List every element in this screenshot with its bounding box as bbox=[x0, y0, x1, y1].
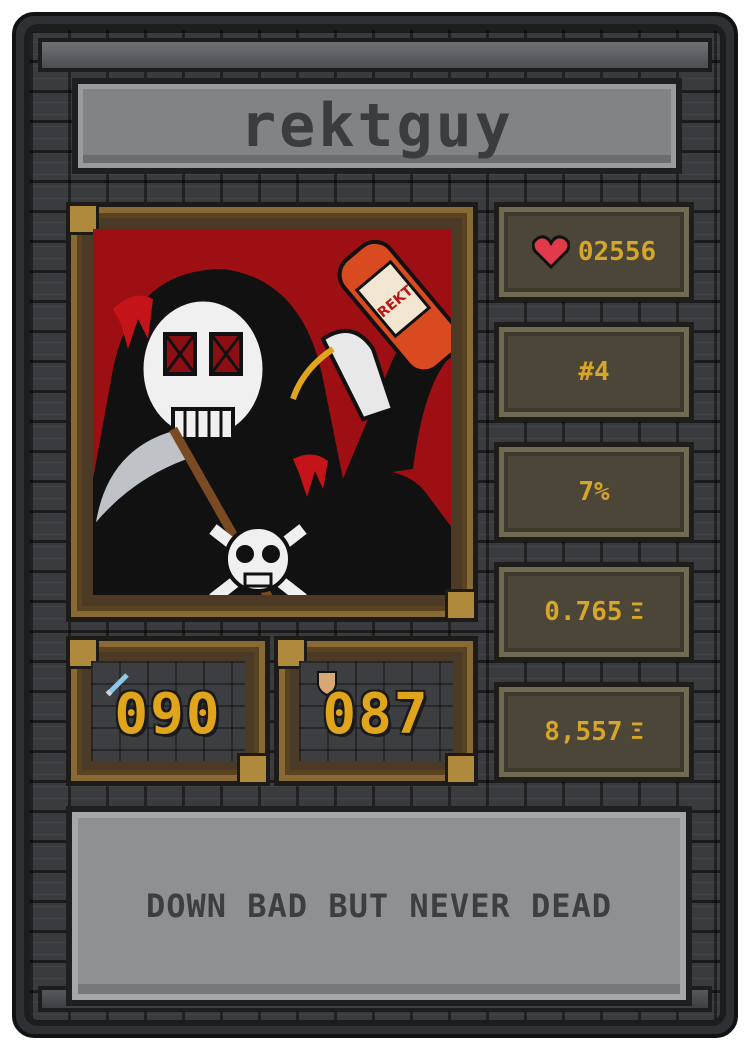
eth-icon: Ξ bbox=[630, 599, 644, 625]
volume-stat: 8,557 Ξ bbox=[494, 682, 694, 782]
heart-icon bbox=[531, 235, 570, 269]
character-card: rektguy REKT 02556 #4 7% 0.765 Ξ 8,557 Ξ… bbox=[12, 12, 738, 1038]
eth-icon: Ξ bbox=[630, 719, 644, 745]
percent-value: 7% bbox=[578, 477, 610, 507]
character-portrait: REKT bbox=[93, 229, 451, 595]
percent-stat: 7% bbox=[494, 442, 694, 542]
defense-panel: 087 bbox=[274, 636, 478, 786]
volume-value: 8,557 bbox=[544, 717, 623, 747]
rank-stat: #4 bbox=[494, 322, 694, 422]
defense-value: 087 bbox=[322, 682, 430, 747]
name-plate: rektguy bbox=[72, 78, 682, 174]
rank-value: #4 bbox=[578, 357, 610, 387]
quote-text: DOWN BAD BUT NEVER DEAD bbox=[145, 887, 613, 925]
hearts-stat: 02556 bbox=[494, 202, 694, 302]
defense-inner: 087 bbox=[299, 661, 453, 761]
attack-inner: 090 bbox=[91, 661, 245, 761]
hearts-value: 02556 bbox=[577, 237, 657, 267]
reaper-illustration: REKT bbox=[93, 229, 451, 595]
top-rim bbox=[38, 38, 712, 72]
quote-plate: DOWN BAD BUT NEVER DEAD bbox=[66, 806, 692, 1006]
attack-panel: 090 bbox=[66, 636, 270, 786]
attack-value: 090 bbox=[114, 682, 222, 747]
price-stat: 0.765 Ξ bbox=[494, 562, 694, 662]
price-value: 0.765 bbox=[544, 597, 623, 627]
portrait-frame: REKT bbox=[66, 202, 478, 622]
character-name: rektguy bbox=[240, 91, 514, 161]
